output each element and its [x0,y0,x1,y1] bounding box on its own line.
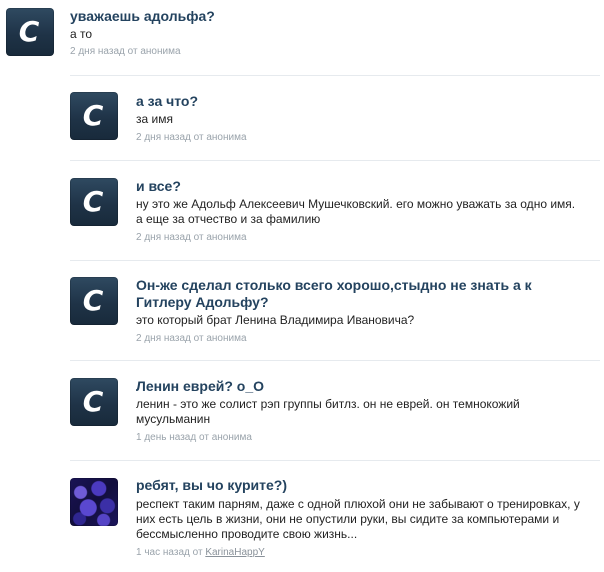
author-name: анонима [211,432,252,443]
question-title[interactable]: ребят, вы чо курите?) [136,477,591,494]
author-name: анонима [206,333,247,344]
divider [70,75,600,76]
timestamp: 2 дня назад [136,132,191,143]
user-avatar-photo[interactable] [70,478,118,526]
item-meta: 2 дня назад от анонима [136,232,247,244]
avatar-letter: C [82,185,104,218]
divider [70,460,600,461]
timestamp: 1 день назад [136,432,197,443]
timestamp: 1 час назад [136,547,190,558]
avatar[interactable]: C [70,378,118,426]
author-name: анонима [140,46,181,57]
divider [70,360,600,361]
question-title[interactable]: Ленин еврей? о_О [136,378,591,395]
question-title[interactable]: Он-же сделал столько всего хорошо,стыдно… [136,277,566,311]
question-title[interactable]: и все? [136,178,591,195]
item-meta: 1 час назад от KarinaHappY [136,547,265,559]
from-label: от [198,432,209,443]
timestamp: 2 дня назад [70,46,125,57]
timestamp: 2 дня назад [136,232,191,243]
answer-text: ну это же Адольф Алексеевич Мушечковский… [136,197,576,226]
author-name: анонима [206,232,247,243]
avatar[interactable]: C [6,8,54,56]
item-meta: 2 дня назад от анонима [136,132,247,144]
avatar[interactable]: C [70,277,118,325]
question-title[interactable]: а за что? [136,93,591,110]
from-label: от [127,46,138,57]
answer-text: ленин - это же солист рэп группы битлз. … [136,397,520,426]
timestamp: 2 дня назад [136,333,191,344]
avatar-letter: C [82,99,104,132]
avatar-letter: C [82,385,104,418]
answer-text: респект таким парням, даже с одной плюхо… [136,497,580,541]
author-link[interactable]: KarinaHappY [205,547,264,558]
item-meta: 2 дня назад от анонима [136,333,247,345]
divider [70,260,600,261]
avatar[interactable]: C [70,178,118,226]
from-label: от [193,232,204,243]
from-label: от [192,547,203,558]
from-label: от [193,333,204,344]
answer-text: это который брат Ленина Владимира Иванов… [136,313,415,327]
answer-text: за имя [136,112,173,126]
answer-text: а то [70,27,93,41]
avatar[interactable]: C [70,92,118,140]
from-label: от [193,132,204,143]
item-meta: 1 день назад от анонима [136,432,252,444]
item-meta: 2 дня назад от анонима [70,46,181,58]
avatar-letter: C [82,284,104,317]
author-name: анонима [206,132,247,143]
divider [70,160,600,161]
avatar-letter: C [18,15,40,48]
question-title[interactable]: уважаешь адольфа? [70,8,590,25]
